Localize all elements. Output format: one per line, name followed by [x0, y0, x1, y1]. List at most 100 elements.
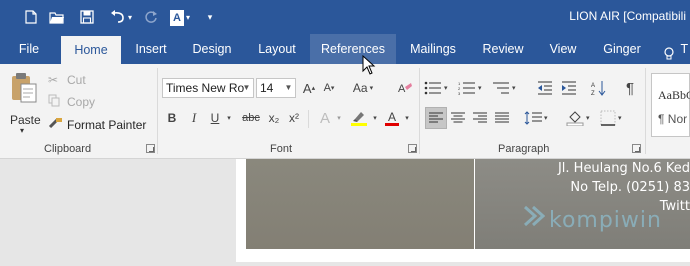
svg-text:Z: Z — [591, 91, 595, 96]
chevron-down-icon[interactable]: ▼ — [240, 79, 253, 97]
redo-icon[interactable] — [140, 6, 162, 28]
underline-button[interactable]: U — [206, 108, 224, 128]
group-divider — [645, 68, 646, 154]
tab-insert[interactable]: Insert — [124, 34, 178, 64]
font-launcher-icon[interactable] — [408, 144, 417, 153]
phone-line: No Telp. (0251) 83 — [570, 180, 690, 195]
font-name-combo[interactable]: Times New Ro ▼ — [162, 78, 254, 98]
chevron-down-icon: ▾ — [444, 85, 448, 92]
paintbrush-icon — [48, 117, 64, 134]
font-color-dropdown-icon[interactable]: ▾ — [402, 108, 412, 128]
tab-design[interactable]: Design — [182, 34, 242, 64]
change-case-button[interactable]: Aa ▾ — [350, 78, 376, 98]
save-icon[interactable] — [76, 6, 98, 28]
highlight-dropdown-icon[interactable]: ▾ — [370, 108, 380, 128]
subscript-button[interactable]: x₂ — [266, 108, 282, 128]
open-folder-icon[interactable] — [46, 6, 68, 28]
align-center-button[interactable] — [449, 108, 467, 128]
chevron-down-icon: ▾ — [618, 115, 622, 122]
customize-qat-icon[interactable]: ▾ — [203, 6, 217, 28]
address-line: Jl. Heulang No.6 Ked — [557, 161, 690, 176]
paragraph-group-label: Paragraph — [498, 143, 550, 155]
font-color-dropdown-icon[interactable]: ▾ — [183, 6, 193, 28]
align-left-button[interactable] — [425, 107, 447, 129]
svg-text:A: A — [173, 12, 181, 24]
font-size-combo[interactable]: 14 ▼ — [256, 78, 296, 98]
style-sample: AaBbC — [658, 88, 690, 102]
font-name-value: Times New Ro — [166, 81, 245, 95]
cut-button[interactable]: ✂ Cut — [48, 70, 108, 90]
group-divider — [419, 68, 420, 154]
new-document-icon[interactable] — [20, 6, 42, 28]
style-normal-label: ¶ Nor — [658, 112, 688, 126]
borders-button[interactable]: ▾ — [600, 108, 628, 128]
grow-font-icon[interactable]: A ▴ — [300, 78, 318, 98]
bold-button[interactable]: B — [164, 108, 180, 128]
tab-references[interactable]: References — [310, 34, 396, 64]
underline-dropdown-icon[interactable]: ▾ — [224, 108, 234, 128]
clipboard-group-label: Clipboard — [44, 143, 92, 155]
chevron-down-icon: ▾ — [478, 85, 482, 92]
undo-dropdown-icon[interactable]: ▾ — [125, 6, 135, 28]
format-painter-label: Format Painter — [67, 118, 147, 132]
header-image — [246, 159, 474, 249]
mouse-cursor-icon — [362, 54, 376, 78]
change-case-label: Aa — [352, 81, 368, 95]
align-right-button[interactable] — [471, 108, 489, 128]
sort-icon[interactable]: AZ — [590, 78, 608, 98]
twitter-line: Twitt — [659, 199, 690, 214]
chevron-down-icon: ▾ — [586, 115, 590, 122]
tab-home[interactable]: Home — [61, 36, 121, 64]
styles-gallery[interactable]: AaBbC ¶ Nor — [651, 73, 690, 137]
tell-me-label: T — [680, 42, 689, 56]
font-size-value: 14 — [260, 81, 274, 95]
tab-layout[interactable]: Layout — [246, 34, 308, 64]
clear-formatting-icon[interactable]: A — [396, 78, 414, 98]
decrease-indent-icon[interactable] — [536, 78, 554, 98]
copy-button[interactable]: Copy — [48, 92, 108, 112]
text-effects-dropdown-icon[interactable]: ▾ — [334, 108, 344, 128]
ribbon: Paste ▾ ✂ Cut Copy Format Painter Clipbo… — [0, 64, 690, 159]
chevron-down-icon: ▾ — [544, 115, 548, 122]
shading-button[interactable]: ▾ — [566, 108, 594, 128]
paragraph-launcher-icon[interactable] — [632, 144, 641, 153]
paste-button[interactable]: Paste ▾ — [6, 70, 42, 135]
text-effects-button[interactable]: A — [316, 108, 334, 128]
bullets-button[interactable]: ▾ — [424, 78, 454, 98]
format-painter-button[interactable]: Format Painter — [48, 115, 150, 135]
italic-button[interactable]: I — [186, 108, 202, 128]
font-color-button[interactable]: A — [382, 108, 402, 128]
tell-me-tab[interactable]: T — [664, 34, 690, 64]
tab-file[interactable]: File — [6, 34, 52, 64]
clipboard-launcher-icon[interactable] — [146, 144, 155, 153]
copy-icon — [48, 94, 64, 110]
ribbon-tabs: File Home Insert Design Layout Reference… — [0, 34, 690, 64]
paste-icon — [10, 72, 38, 107]
chevron-down-icon[interactable]: ▼ — [282, 79, 295, 97]
title-bar: ▾ A ▾ ▾ LION AIR [Compatibili — [0, 0, 690, 34]
show-formatting-marks-icon[interactable]: ¶ — [622, 78, 638, 98]
paste-dropdown-icon: ▾ — [20, 126, 25, 135]
increase-indent-icon[interactable] — [560, 78, 578, 98]
line-spacing-button[interactable]: ▾ — [524, 108, 554, 128]
chevron-down-icon: ▾ — [512, 85, 516, 92]
copy-label: Copy — [67, 95, 96, 109]
lightbulb-icon — [664, 42, 674, 60]
superscript-button[interactable]: x² — [286, 108, 302, 128]
tab-view[interactable]: View — [540, 34, 586, 64]
highlight-color-button[interactable] — [348, 108, 370, 128]
svg-text:3: 3 — [458, 91, 461, 95]
strikethrough-button[interactable]: abc — [240, 108, 262, 128]
multilevel-list-button[interactable]: ▾ — [492, 78, 522, 98]
chevron-down-icon: ▾ — [369, 85, 374, 92]
tab-review[interactable]: Review — [472, 34, 534, 64]
tab-mailings[interactable]: Mailings — [400, 34, 466, 64]
numbering-button[interactable]: 123 ▾ — [458, 78, 488, 98]
justify-button[interactable] — [493, 108, 511, 128]
svg-text:A: A — [591, 83, 595, 89]
window-title: LION AIR [Compatibili — [569, 9, 686, 23]
tab-ginger[interactable]: Ginger — [594, 34, 650, 64]
svg-text:A: A — [398, 83, 406, 95]
shrink-font-icon[interactable]: A ▾ — [320, 78, 338, 98]
font-group-label: Font — [270, 143, 293, 155]
